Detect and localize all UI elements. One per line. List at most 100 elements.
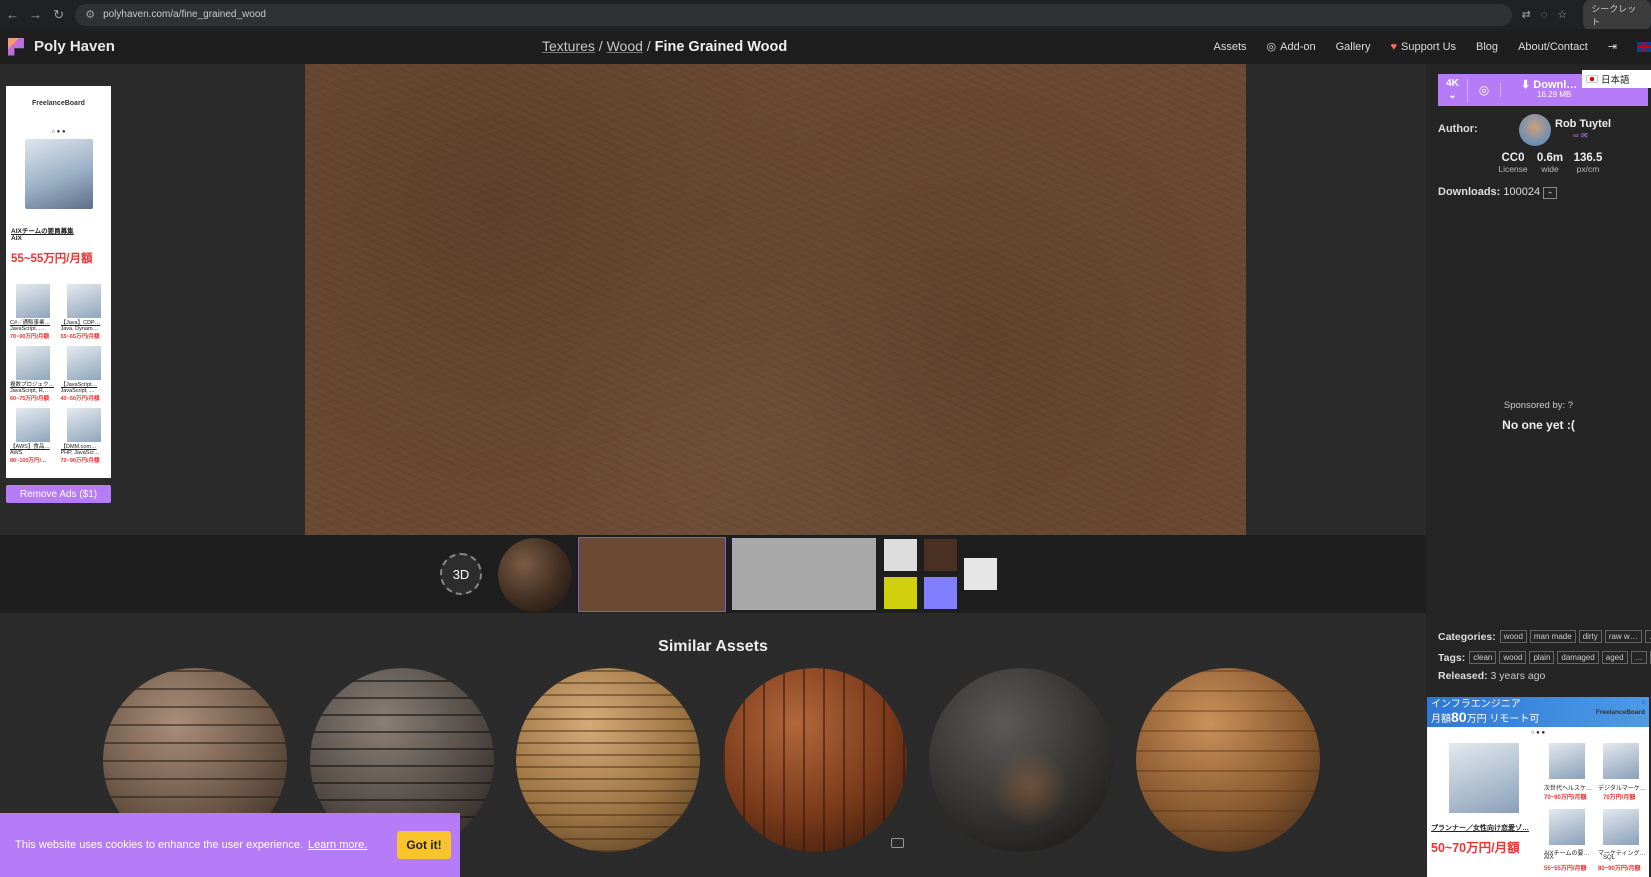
similar-asset-item[interactable]: [723, 668, 907, 852]
login-icon[interactable]: ⇥: [1608, 40, 1617, 53]
thumb-specular-map[interactable]: [884, 577, 917, 609]
ad-brand: FreelanceBoard: [32, 100, 85, 107]
thumb-displacement-map[interactable]: [924, 539, 957, 571]
blender-icon: ◎: [1478, 83, 1490, 97]
incognito-badge[interactable]: シークレット: [1583, 0, 1651, 31]
tag[interactable]: …: [1630, 651, 1647, 664]
thumb-roughness-map[interactable]: [732, 538, 876, 610]
ad-job-item-title: 【DMM.com…: [60, 444, 97, 450]
category-tag[interactable]: man made: [1529, 630, 1576, 643]
ad-salary: 50~70万円/月額: [1431, 841, 1520, 855]
similar-assets-title: Similar Assets: [658, 638, 768, 655]
ad-job-item-pay: 80~90万円/月額: [1598, 866, 1641, 872]
nav-blog[interactable]: Blog: [1476, 41, 1498, 53]
chevron-down-icon: ⌄: [1448, 90, 1457, 101]
ad-amount: 80: [1451, 709, 1467, 725]
ad-job-company: AIX: [11, 235, 22, 242]
tag[interactable]: clean: [1469, 651, 1497, 664]
tag[interactable]: aged: [1601, 651, 1628, 664]
link-icon[interactable]: ∞: [1573, 131, 1579, 140]
thumb-normal-map[interactable]: [924, 577, 957, 609]
category-tag[interactable]: wood: [1499, 630, 1527, 643]
carousel-dots[interactable]: ○ ● ●: [1427, 730, 1649, 736]
similar-asset-item[interactable]: [929, 668, 1113, 852]
thumb-mask-map[interactable]: [964, 558, 997, 590]
ad-job-photo: [1549, 809, 1585, 845]
breadcrumb-sep: /: [594, 38, 607, 54]
ad-job-item[interactable]: C#／通販事業… JavaScript, … 70~90万円/月額: [10, 284, 57, 340]
ad-job-item[interactable]: 【JavaScript… JavaScript, … 40~50万円/月額: [61, 346, 108, 402]
ad-job-item[interactable]: 【AWS】食品… AWS 80~100万円/…: [10, 408, 57, 464]
carousel-dots[interactable]: ○ ● ●: [6, 129, 111, 135]
ad-job-item-title[interactable]: デジタルマーケ…: [1598, 783, 1646, 792]
ad-job-item[interactable]: 【DMM.com… PHP, JavaScr… 70~90万円/月額: [61, 408, 108, 464]
category-tag[interactable]: …: [1644, 630, 1651, 643]
accept-cookies-button[interactable]: Got it!: [397, 831, 451, 859]
language-popup[interactable]: 日本語: [1582, 70, 1651, 88]
nav-support[interactable]: ♥ Support Us: [1390, 41, 1456, 53]
learn-more-link[interactable]: Learn more.: [308, 839, 367, 851]
thumb-ao-map[interactable]: [884, 539, 917, 571]
thumb-sphere-render[interactable]: [498, 538, 572, 612]
tag[interactable]: damaged: [1557, 651, 1599, 664]
url-text: polyhaven.com/a/fine_grained_wood: [103, 9, 266, 20]
back-icon[interactable]: ←: [2, 4, 23, 26]
top-nav: Assets ◎ Add-on Gallery ♥ Support Us Blog …: [1214, 29, 1651, 64]
breadcrumb-textures[interactable]: Textures: [542, 38, 595, 54]
ad-job-title[interactable]: AIXチームの要員募集: [11, 225, 111, 235]
email-icon[interactable]: ✉: [1581, 131, 1588, 140]
blend-format-select[interactable]: ◎: [1468, 83, 1501, 97]
image-icon[interactable]: [891, 838, 904, 848]
graph-icon[interactable]: ⌁: [1543, 187, 1558, 199]
site-logo[interactable]: Poly Haven: [8, 37, 115, 56]
reload-icon[interactable]: ↻: [48, 4, 69, 26]
ad-photo: [24, 139, 93, 209]
japan-flag-icon: [1586, 75, 1598, 83]
star-icon[interactable]: ☆: [1557, 8, 1567, 21]
breadcrumb-wood[interactable]: Wood: [607, 38, 643, 54]
tag[interactable]: plain: [1529, 651, 1555, 664]
author-avatar[interactable]: [1519, 114, 1551, 146]
ad-job-photo: [16, 346, 51, 380]
download-button[interactable]: ⬇ Downl… 16.29 MB: [1521, 80, 1577, 100]
nav-gallery[interactable]: Gallery: [1336, 41, 1371, 53]
similar-asset-item[interactable]: [1136, 668, 1320, 852]
nav-addon[interactable]: ◎ Add-on: [1267, 40, 1316, 54]
cookie-banner: This website uses cookies to enhance the…: [0, 813, 460, 877]
thumb-diffuse-map[interactable]: [578, 537, 726, 612]
help-icon[interactable]: ?: [1568, 400, 1573, 411]
sponsored-by: Sponsored by: ?: [1426, 400, 1651, 411]
eye-off-icon[interactable]: ◌: [1541, 9, 1548, 21]
left-advertisement[interactable]: FreelanceBoard ○ ● ● AIXチームの要員募集 AIX 55~…: [6, 86, 111, 478]
similar-asset-item[interactable]: [516, 668, 700, 852]
ad-job-item-title[interactable]: 次世代ヘルスケ…: [1544, 783, 1592, 792]
category-tag[interactable]: dirty: [1578, 630, 1602, 643]
ad-unit: 万円 リモート可: [1466, 714, 1540, 725]
ad-job-title[interactable]: プランナー／女性向け恋愛ゾ…: [1431, 823, 1529, 833]
view-3d-button[interactable]: 3D: [440, 553, 482, 595]
translate-icon[interactable]: ⇄: [1522, 8, 1531, 21]
texture-preview[interactable]: [305, 64, 1246, 535]
tag[interactable]: wood: [1499, 651, 1527, 664]
category-tag[interactable]: raw w…: [1604, 630, 1642, 643]
address-bar[interactable]: ⚙ polyhaven.com/a/fine_grained_wood: [75, 3, 1512, 26]
forward-icon[interactable]: →: [25, 4, 46, 26]
nav-assets[interactable]: Assets: [1214, 41, 1247, 53]
remove-ads-button[interactable]: Remove Ads ($1): [6, 485, 111, 503]
ad-job-item-pay: 70~90万円/月額: [60, 458, 100, 464]
close-icon[interactable]: ✕: [1640, 698, 1647, 707]
ad-job-photo: [1603, 743, 1639, 779]
resolution-select[interactable]: 4K ⌄: [1438, 78, 1468, 102]
released-info: Released: 3 years ago: [1438, 670, 1545, 682]
ad-job-photo: [66, 284, 101, 318]
author-name[interactable]: Rob Tuytel: [1555, 118, 1611, 130]
right-advertisement[interactable]: インフラエンジニア 月額80万円 リモート可 FreelanceBoard ✕ …: [1427, 697, 1649, 877]
ad-job-item[interactable]: 複数プロジェク… JavaScript, R… 60~75万円/月額: [10, 346, 57, 402]
nav-about[interactable]: About/Contact: [1518, 41, 1588, 53]
site-info-icon[interactable]: ⚙: [85, 8, 95, 21]
language-label: 日本語: [1601, 75, 1630, 86]
ad-salary: 55~55万円/月額: [11, 253, 93, 265]
uk-flag-icon[interactable]: [1637, 41, 1651, 52]
ad-job-grid: C#／通販事業… JavaScript, … 70~90万円/月額 【Java】CD…: [10, 284, 107, 464]
ad-job-item[interactable]: 【Java】CDP… Java, Dynam… 55~65万円/月額: [61, 284, 108, 340]
